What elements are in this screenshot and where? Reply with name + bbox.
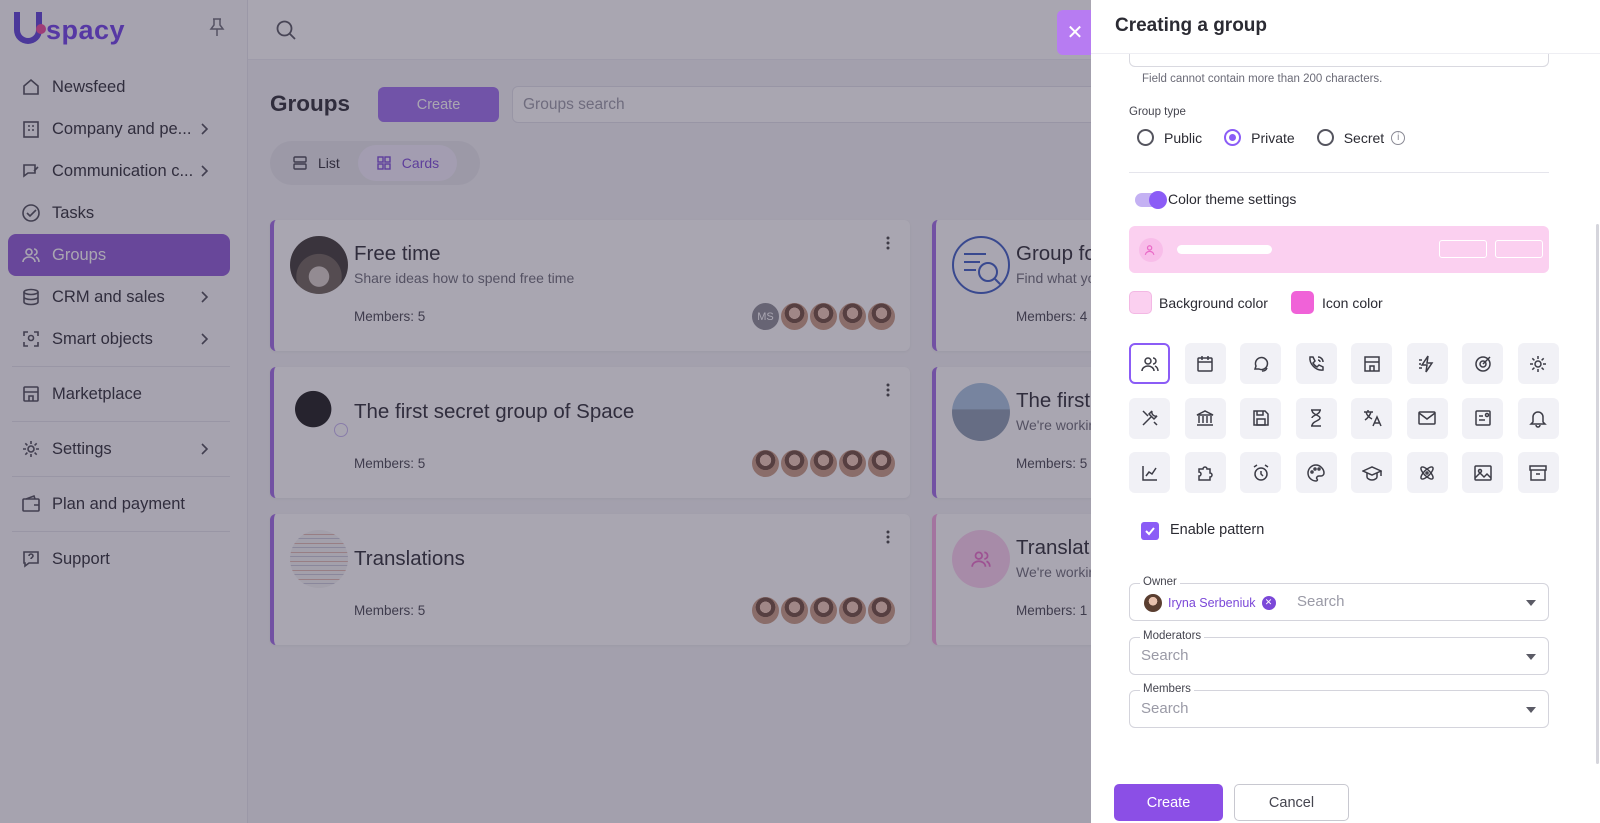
radio-label: Private: [1251, 129, 1295, 146]
mail-icon[interactable]: [1406, 397, 1448, 439]
target-icon[interactable]: [1462, 343, 1503, 384]
radio-circle-selected: [1224, 129, 1242, 146]
close-drawer-button[interactable]: ✕: [1057, 10, 1093, 55]
info-icon[interactable]: i: [1391, 130, 1406, 145]
owner-label: Owner: [1140, 576, 1180, 588]
create-button[interactable]: Create: [1114, 784, 1223, 821]
users-icon: [1139, 238, 1163, 262]
description-field[interactable]: [1129, 54, 1549, 67]
radio-label: Secret: [1343, 129, 1385, 146]
close-icon: ✕: [1066, 22, 1084, 44]
gear-icon[interactable]: [1517, 343, 1559, 384]
users-icon[interactable]: [1129, 343, 1170, 384]
members-select[interactable]: Members Search: [1129, 683, 1549, 728]
icon-picker: [1129, 343, 1559, 493]
preview-button: [1495, 240, 1543, 258]
radio-circle: [1316, 129, 1334, 146]
dropdown-caret-icon: [1526, 600, 1536, 606]
char-limit-hint: Field cannot contain more than 200 chara…: [1142, 73, 1383, 85]
chart-icon[interactable]: [1129, 452, 1170, 493]
puzzle-icon[interactable]: [1184, 452, 1226, 493]
atom-icon[interactable]: [1406, 452, 1448, 493]
image-icon[interactable]: [1462, 452, 1503, 493]
create-group-drawer: Creating a group Field cannot contain mo…: [1091, 0, 1600, 823]
drawer-body: Field cannot contain more than 200 chara…: [1091, 54, 1600, 774]
theme-preview: [1129, 226, 1549, 273]
icon-color-label: Icon color: [1322, 295, 1383, 311]
dropdown-caret-icon: [1526, 654, 1536, 660]
graduation-icon[interactable]: [1351, 452, 1392, 493]
drawer-header: Creating a group: [1091, 0, 1600, 54]
tools-icon[interactable]: [1129, 397, 1170, 439]
color-theme-toggle[interactable]: [1135, 191, 1167, 209]
profile-card-icon[interactable]: [1462, 397, 1503, 439]
enable-pattern-label: Enable pattern: [1170, 522, 1265, 538]
avatar: [1144, 593, 1162, 612]
radio-public[interactable]: Public: [1137, 129, 1202, 146]
app-root: spacy Newsfeed Company and pe... Communi…: [0, 0, 1600, 823]
icon-color-swatch[interactable]: [1291, 291, 1314, 314]
preview-button: [1439, 240, 1487, 258]
owner-select[interactable]: Owner Iryna Serbeniuk ✕ Search: [1129, 576, 1549, 621]
radio-private[interactable]: Private: [1224, 129, 1295, 146]
owner-search-placeholder: Search: [1297, 593, 1345, 610]
building-icon[interactable]: [1351, 343, 1392, 384]
radio-circle: [1137, 129, 1154, 146]
drawer-footer: Create Cancel: [1091, 774, 1600, 823]
preview-title-bar: [1177, 245, 1272, 254]
radio-label: Public: [1164, 129, 1203, 146]
members-label: Members: [1140, 683, 1194, 695]
archive-icon[interactable]: [1517, 452, 1559, 493]
drawer-scrollbar[interactable]: [1596, 224, 1599, 764]
background-color-swatch[interactable]: [1129, 291, 1152, 314]
enable-pattern-checkbox[interactable]: [1141, 522, 1159, 540]
moderators-search-placeholder: Search: [1141, 647, 1189, 664]
phone-icon[interactable]: [1295, 343, 1337, 384]
translate-icon[interactable]: [1351, 397, 1392, 439]
background-color-label: Background color: [1159, 295, 1268, 311]
bank-icon[interactable]: [1184, 397, 1226, 439]
section-divider: [1129, 172, 1549, 173]
palette-icon[interactable]: [1295, 452, 1337, 493]
drawer-title: Creating a group: [1115, 15, 1268, 36]
owner-chip-label: Iryna Serbeniuk: [1168, 595, 1256, 610]
lightning-icon[interactable]: [1406, 343, 1448, 384]
check-icon: [1145, 527, 1155, 536]
remove-chip-icon[interactable]: ✕: [1261, 595, 1276, 610]
moderators-label: Moderators: [1140, 630, 1205, 642]
group-type-radios: Public Private Secret i: [1137, 129, 1427, 146]
dropdown-caret-icon: [1526, 707, 1536, 713]
hourglass-icon[interactable]: [1295, 397, 1337, 439]
color-theme-label: Color theme settings: [1168, 191, 1297, 207]
group-type-label: Group type: [1129, 106, 1186, 118]
save-icon[interactable]: [1240, 397, 1281, 439]
calendar-icon[interactable]: [1184, 343, 1226, 384]
members-search-placeholder: Search: [1141, 700, 1189, 717]
owner-chip: Iryna Serbeniuk ✕: [1144, 592, 1276, 613]
radio-secret[interactable]: Secret i: [1316, 129, 1406, 146]
moderators-select[interactable]: Moderators Search: [1129, 630, 1549, 675]
bell-icon[interactable]: [1517, 397, 1559, 439]
alarm-icon[interactable]: [1240, 452, 1281, 493]
cancel-button[interactable]: Cancel: [1234, 784, 1349, 821]
chat-icon[interactable]: [1240, 343, 1281, 384]
